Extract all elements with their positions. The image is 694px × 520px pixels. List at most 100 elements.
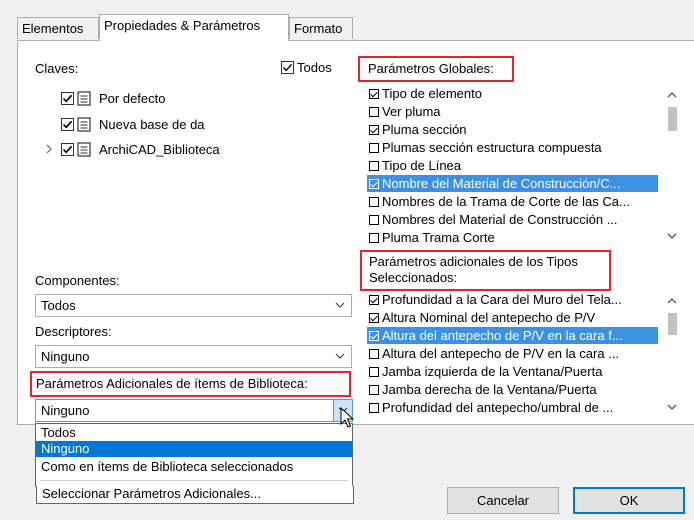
tree-item-nueva-base[interactable]: Nueva base de da xyxy=(61,113,205,135)
database-icon xyxy=(77,116,91,132)
tab-elementos[interactable]: Elementos xyxy=(17,17,99,39)
additional-params-label: Parámetros Adicionales de ítems de Bibli… xyxy=(36,376,308,391)
tree-item-por-defecto[interactable]: Por defecto xyxy=(61,87,166,109)
list-item-label: Nombres de la Trama de Corte de las Ca..… xyxy=(382,194,630,209)
checkbox-icon[interactable] xyxy=(369,367,379,377)
descriptors-label: Descriptores: xyxy=(35,324,112,339)
checkbox-checked-icon[interactable] xyxy=(61,142,74,156)
list-item[interactable]: Pluma Trama Corte xyxy=(367,229,658,246)
scrollbar-thumb[interactable] xyxy=(668,313,677,335)
checkbox-icon[interactable] xyxy=(369,403,379,413)
additional-params-select-value: Ninguno xyxy=(41,403,90,418)
checkbox-icon[interactable] xyxy=(369,313,379,323)
tree-item-label: Por defecto xyxy=(99,90,166,106)
list-item-label: Tipo de Línea xyxy=(382,158,462,173)
tab-label: Formato xyxy=(294,21,343,36)
list-item-label: Altura del antepecho de P/V en la cara .… xyxy=(382,346,620,361)
descriptors-select[interactable]: Ninguno xyxy=(35,345,352,368)
checkbox-icon[interactable] xyxy=(369,107,379,117)
list-item[interactable]: Profundidad del antepecho/umbral de ... xyxy=(367,399,658,416)
list-item[interactable]: Pluma sección xyxy=(367,121,658,138)
additional-params-dropdown: Todos Ninguno Como en ítems de Bibliotec… xyxy=(35,423,353,487)
chevron-up-icon[interactable] xyxy=(667,297,677,304)
descriptors-select-value: Ninguno xyxy=(41,349,90,364)
tab-formato[interactable]: Formato xyxy=(289,17,353,39)
list-item-label: Pluma Trama Corte xyxy=(382,230,495,245)
additional-params-select[interactable]: Ninguno xyxy=(35,399,353,422)
list-item[interactable]: Tipo de elemento xyxy=(367,85,658,102)
checkbox-icon[interactable] xyxy=(369,125,379,135)
list-item-label: Profundidad del antepecho/umbral de ... xyxy=(382,400,614,415)
list-item[interactable]: Altura Nominal del antepecho de P/V xyxy=(367,309,658,326)
keys-label: Claves: xyxy=(35,61,79,76)
checkbox-checked-icon[interactable] xyxy=(61,117,74,131)
checkbox-icon[interactable] xyxy=(369,143,379,153)
global-params-scrollbar[interactable] xyxy=(664,85,681,246)
database-icon xyxy=(77,141,91,157)
global-params-list[interactable]: Tipo de elemento Ver pluma Pluma sección… xyxy=(367,85,658,246)
checkbox-icon[interactable] xyxy=(369,179,379,189)
tree-item-label: Nueva base de da xyxy=(99,116,205,132)
list-item[interactable]: Tipo de Línea xyxy=(367,157,658,174)
checkbox-icon[interactable] xyxy=(369,349,379,359)
type-params-scrollbar[interactable] xyxy=(664,291,681,417)
checkbox-checked-icon[interactable] xyxy=(61,91,74,105)
list-item-label: Jamba izquierda de la Ventana/Puerta xyxy=(382,364,603,379)
checkbox-icon[interactable] xyxy=(369,215,379,225)
mouse-cursor-icon xyxy=(340,407,354,428)
tab-label: Propiedades & Parámetros xyxy=(104,18,261,33)
ok-button[interactable]: OK xyxy=(573,487,685,514)
list-item-selected[interactable]: Nombre del Material de Construcción/C... xyxy=(367,175,658,192)
dropdown-option[interactable]: Como en ítems de Biblioteca seleccionado… xyxy=(36,459,352,475)
type-params-list[interactable]: Profundidad a la Cara del Muro del Tela.… xyxy=(367,291,658,417)
tree-item-label: ArchiCAD_Biblioteca xyxy=(99,141,220,157)
checkbox-icon[interactable] xyxy=(369,233,379,243)
database-icon xyxy=(77,90,91,106)
list-item-label: Nombres del Material de Construcción ... xyxy=(382,212,618,227)
chevron-down-icon[interactable] xyxy=(667,233,677,240)
checkbox-icon[interactable] xyxy=(369,385,379,395)
checkbox-icon[interactable] xyxy=(369,197,379,207)
chevron-down-icon xyxy=(335,353,345,359)
chevron-down-icon xyxy=(335,302,345,308)
checkbox-icon[interactable] xyxy=(369,89,379,99)
list-item[interactable]: Jamba derecha de la Ventana/Puerta xyxy=(367,381,658,398)
cancel-button[interactable]: Cancelar xyxy=(447,487,559,514)
tab-label: Elementos xyxy=(22,21,84,36)
list-item[interactable]: Altura del antepecho de P/V en la cara .… xyxy=(367,345,658,362)
all-checkbox[interactable]: Todos xyxy=(281,60,332,75)
scrollbar-thumb[interactable] xyxy=(668,107,677,131)
checkbox-icon[interactable] xyxy=(369,295,379,305)
dropdown-option[interactable]: Todos xyxy=(36,425,352,441)
checkbox-icon[interactable] xyxy=(369,161,379,171)
list-item[interactable]: Ver pluma xyxy=(367,103,658,120)
tab-propiedades-parametros[interactable]: Propiedades & Parámetros xyxy=(99,14,289,41)
checkbox-icon[interactable] xyxy=(369,331,379,341)
components-select[interactable]: Todos xyxy=(35,294,352,317)
type-params-title: Parámetros adicionales de los Tipos Sele… xyxy=(367,254,580,286)
list-item[interactable]: Plumas sección estructura compuesta xyxy=(367,139,658,156)
components-label: Componentes: xyxy=(35,273,120,288)
components-select-value: Todos xyxy=(41,298,76,313)
list-item[interactable]: Profundidad a la Cara del Muro del Tela.… xyxy=(367,291,658,308)
list-item[interactable]: Nombres del Material de Construcción ... xyxy=(367,211,658,228)
list-item-selected[interactable]: Altura del antepecho de P/V en la cara f… xyxy=(367,327,658,344)
all-checkbox-label: Todos xyxy=(297,60,332,75)
type-params-title-line1: Parámetros adicionales de los Tipos xyxy=(369,254,578,269)
list-item[interactable]: Nombres de la Trama de Corte de las Ca..… xyxy=(367,193,658,210)
list-item-label: Tipo de elemento xyxy=(382,86,482,101)
list-item-label: Nombre del Material de Construcción/C... xyxy=(382,176,621,191)
tree-item-archicad-biblioteca[interactable]: ArchiCAD_Biblioteca xyxy=(44,138,220,160)
list-item-label: Altura del antepecho de P/V en la cara f… xyxy=(382,328,623,343)
type-params-title-line2: Seleccionados: xyxy=(369,270,458,285)
chevron-down-icon[interactable] xyxy=(667,404,677,411)
chevron-right-icon[interactable] xyxy=(44,143,54,155)
checkbox-checked-icon xyxy=(281,61,294,74)
list-item[interactable]: Jamba izquierda de la Ventana/Puerta xyxy=(367,363,658,380)
chevron-up-icon[interactable] xyxy=(667,91,677,98)
tab-strip: Elementos Propiedades & Parámetros Forma… xyxy=(0,0,694,41)
list-item-label: Altura Nominal del antepecho de P/V xyxy=(382,310,596,325)
list-item-label: Profundidad a la Cara del Muro del Tela.… xyxy=(382,292,622,307)
dropdown-option-select-additional[interactable]: Seleccionar Parámetros Adicionales... xyxy=(36,486,354,504)
dropdown-option-selected[interactable]: Ninguno xyxy=(36,441,352,457)
